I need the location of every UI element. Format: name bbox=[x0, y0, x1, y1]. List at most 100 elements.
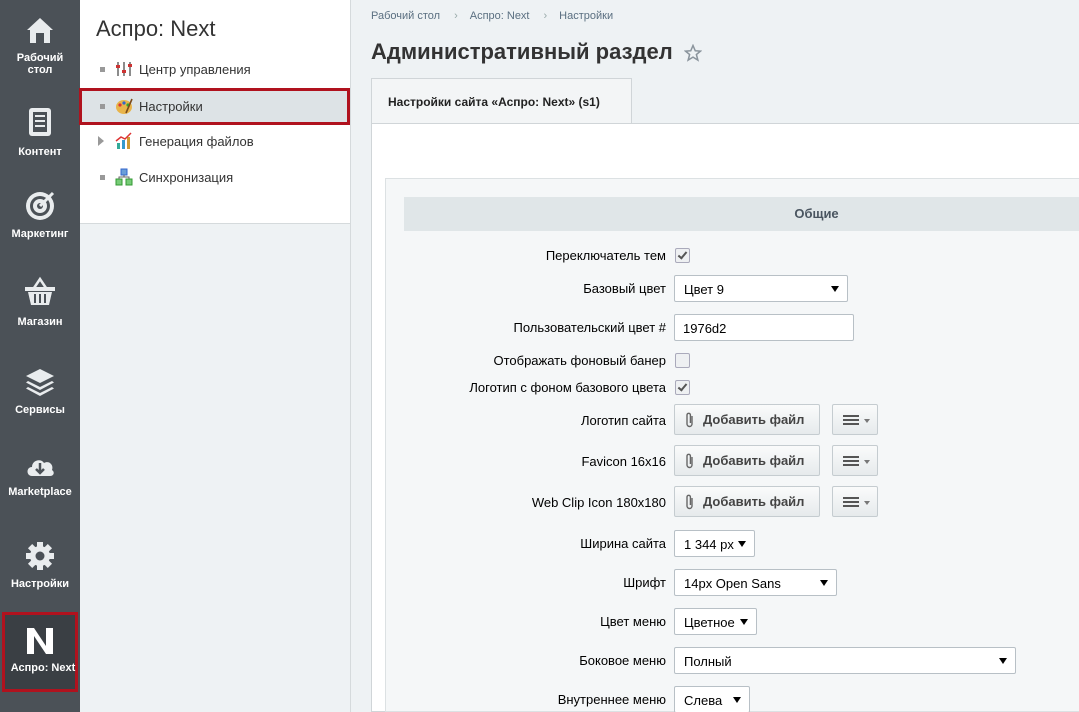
home-icon bbox=[27, 18, 53, 43]
cloud-download-icon bbox=[27, 460, 54, 476]
favicon-label: Favicon 16x16 bbox=[581, 454, 666, 469]
main-content: Рабочий стол › Аспро: Next › Настройки Админ… bbox=[351, 0, 1079, 712]
menu-color-select[interactable]: Цветное bbox=[674, 608, 757, 635]
rail-item-shop[interactable]: Магазин bbox=[0, 262, 80, 348]
caret-down-icon bbox=[864, 501, 870, 505]
rail-label-settings: Настройки bbox=[10, 578, 70, 590]
section-menu-list: Аспро: Next Центр управления Настройки Г… bbox=[79, 0, 350, 224]
breadcrumb-settings[interactable]: Настройки bbox=[559, 10, 613, 22]
menu-item-control-center[interactable]: Центр управления bbox=[80, 52, 350, 88]
site-width-value: 1 344 px bbox=[684, 537, 734, 552]
logo-bg-label: Логотип с фоном базового цвета bbox=[469, 380, 666, 395]
side-menu-label: Боковое меню bbox=[579, 653, 666, 668]
site-width-select[interactable]: 1 344 px bbox=[674, 530, 755, 557]
star-icon[interactable] bbox=[684, 44, 702, 62]
side-menu-value: Полный bbox=[684, 654, 732, 669]
menu-item-label: Генерация файлов bbox=[139, 134, 254, 149]
font-select[interactable]: 14px Open Sans bbox=[674, 569, 837, 596]
paperclip-icon bbox=[686, 494, 693, 510]
menu-icon bbox=[843, 456, 859, 458]
rail-item-content[interactable]: Контент bbox=[0, 92, 80, 178]
menu-color-label: Цвет меню bbox=[600, 614, 666, 629]
page-title: Административный раздел bbox=[371, 39, 673, 64]
webclip-menu-button[interactable] bbox=[832, 486, 878, 517]
menu-color-value: Цветное bbox=[684, 615, 735, 630]
caret-down-icon bbox=[864, 460, 870, 464]
logo-add-file-button[interactable]: Добавить файл bbox=[674, 404, 820, 435]
rail-item-desktop[interactable]: Рабочий стол bbox=[0, 0, 80, 86]
font-label: Шрифт bbox=[623, 575, 666, 590]
site-width-label: Ширина сайта bbox=[580, 536, 666, 551]
rail-label-desktop-2: стол bbox=[27, 64, 53, 76]
breadcrumb-separator: › bbox=[454, 10, 458, 22]
aspro-next-logo-icon bbox=[27, 628, 53, 654]
section-menu: Аспро: Next Центр управления Настройки Г… bbox=[79, 0, 351, 712]
bg-banner-checkbox[interactable] bbox=[675, 353, 690, 368]
menu-item-label: Настройки bbox=[139, 99, 203, 114]
left-rail: Рабочий стол Контент Маркетинг Магазин С… bbox=[0, 0, 80, 712]
side-menu-select[interactable]: Полный bbox=[674, 647, 1016, 674]
webclip-add-file-button[interactable]: Добавить файл bbox=[674, 486, 820, 517]
sync-icon bbox=[115, 168, 133, 186]
menu-icon bbox=[843, 497, 859, 499]
rail-label-marketing: Маркетинг bbox=[11, 228, 69, 240]
rail-label-services: Сервисы bbox=[15, 404, 65, 416]
menu-icon bbox=[843, 415, 859, 417]
breadcrumb: Рабочий стол › Аспро: Next › Настройки bbox=[371, 10, 619, 22]
bg-banner-label: Отображать фоновый банер bbox=[493, 353, 666, 368]
theme-switch-label: Переключатель тем bbox=[545, 248, 666, 263]
tab-site-settings[interactable]: Настройки сайта «Аспро: Next» (s1) bbox=[371, 78, 632, 124]
custom-color-label: Пользовательский цвет # bbox=[513, 320, 666, 335]
webclip-label: Web Clip Icon 180x180 bbox=[531, 495, 666, 510]
caret-down-icon bbox=[999, 658, 1007, 664]
custom-color-input[interactable]: 1976d2 bbox=[674, 314, 854, 341]
base-color-value: Цвет 9 bbox=[684, 282, 724, 297]
logo-menu-button[interactable] bbox=[832, 404, 878, 435]
logo-bg-checkbox[interactable] bbox=[675, 380, 690, 395]
menu-bullet bbox=[100, 67, 105, 72]
inner-menu-value: Слева bbox=[684, 693, 723, 708]
rail-label-desktop-1: Рабочий bbox=[16, 52, 64, 64]
inner-menu-label: Внутреннее меню bbox=[557, 692, 666, 707]
control-center-icon bbox=[116, 62, 132, 76]
caret-down-icon bbox=[733, 697, 741, 703]
logo-label: Логотип сайта bbox=[580, 413, 666, 428]
menu-item-label: Синхронизация bbox=[139, 170, 234, 185]
font-value: 14px Open Sans bbox=[684, 576, 781, 591]
rail-label-marketplace: Marketplace bbox=[8, 486, 72, 498]
breadcrumb-aspro-next[interactable]: Аспро: Next bbox=[470, 10, 530, 22]
add-file-label: Добавить файл bbox=[703, 494, 805, 509]
rail-item-marketing[interactable]: Маркетинг bbox=[0, 176, 80, 262]
menu-item-settings[interactable]: Настройки bbox=[79, 88, 350, 125]
caret-down-icon bbox=[740, 619, 748, 625]
favicon-add-file-button[interactable]: Добавить файл bbox=[674, 445, 820, 476]
breadcrumb-separator: › bbox=[543, 10, 548, 22]
menu-bullet bbox=[100, 175, 105, 180]
check-icon bbox=[677, 381, 688, 392]
caret-down-icon bbox=[820, 580, 828, 586]
menu-item-file-generation[interactable]: Генерация файлов bbox=[80, 124, 350, 160]
section-menu-title: Аспро: Next bbox=[96, 16, 216, 41]
rail-label-aspro-next: Аспро: Next bbox=[10, 662, 76, 674]
rail-item-marketplace[interactable]: Marketplace bbox=[0, 436, 80, 522]
rail-item-settings[interactable]: Настройки bbox=[0, 526, 80, 612]
menu-bullet bbox=[100, 104, 105, 109]
document-icon bbox=[29, 108, 51, 136]
rail-item-services[interactable]: Сервисы bbox=[0, 352, 80, 438]
base-color-label: Базовый цвет bbox=[583, 281, 666, 296]
inner-menu-select[interactable]: Слева bbox=[674, 686, 750, 712]
theme-switch-checkbox[interactable] bbox=[675, 248, 690, 263]
base-color-select[interactable]: Цвет 9 bbox=[674, 275, 848, 302]
expand-arrow-icon[interactable] bbox=[98, 136, 104, 146]
rail-item-aspro-next[interactable]: Аспро: Next bbox=[2, 612, 78, 692]
favicon-menu-button[interactable] bbox=[832, 445, 878, 476]
breadcrumb-desktop[interactable]: Рабочий стол bbox=[371, 10, 440, 22]
rail-label-content: Контент bbox=[18, 146, 62, 158]
caret-down-icon bbox=[831, 286, 839, 292]
menu-item-sync[interactable]: Синхронизация bbox=[80, 160, 350, 196]
basket-icon bbox=[25, 276, 55, 305]
paperclip-icon bbox=[686, 412, 693, 428]
paperclip-icon bbox=[686, 453, 693, 469]
gear-icon bbox=[26, 542, 54, 570]
rail-label-shop: Магазин bbox=[17, 316, 63, 328]
